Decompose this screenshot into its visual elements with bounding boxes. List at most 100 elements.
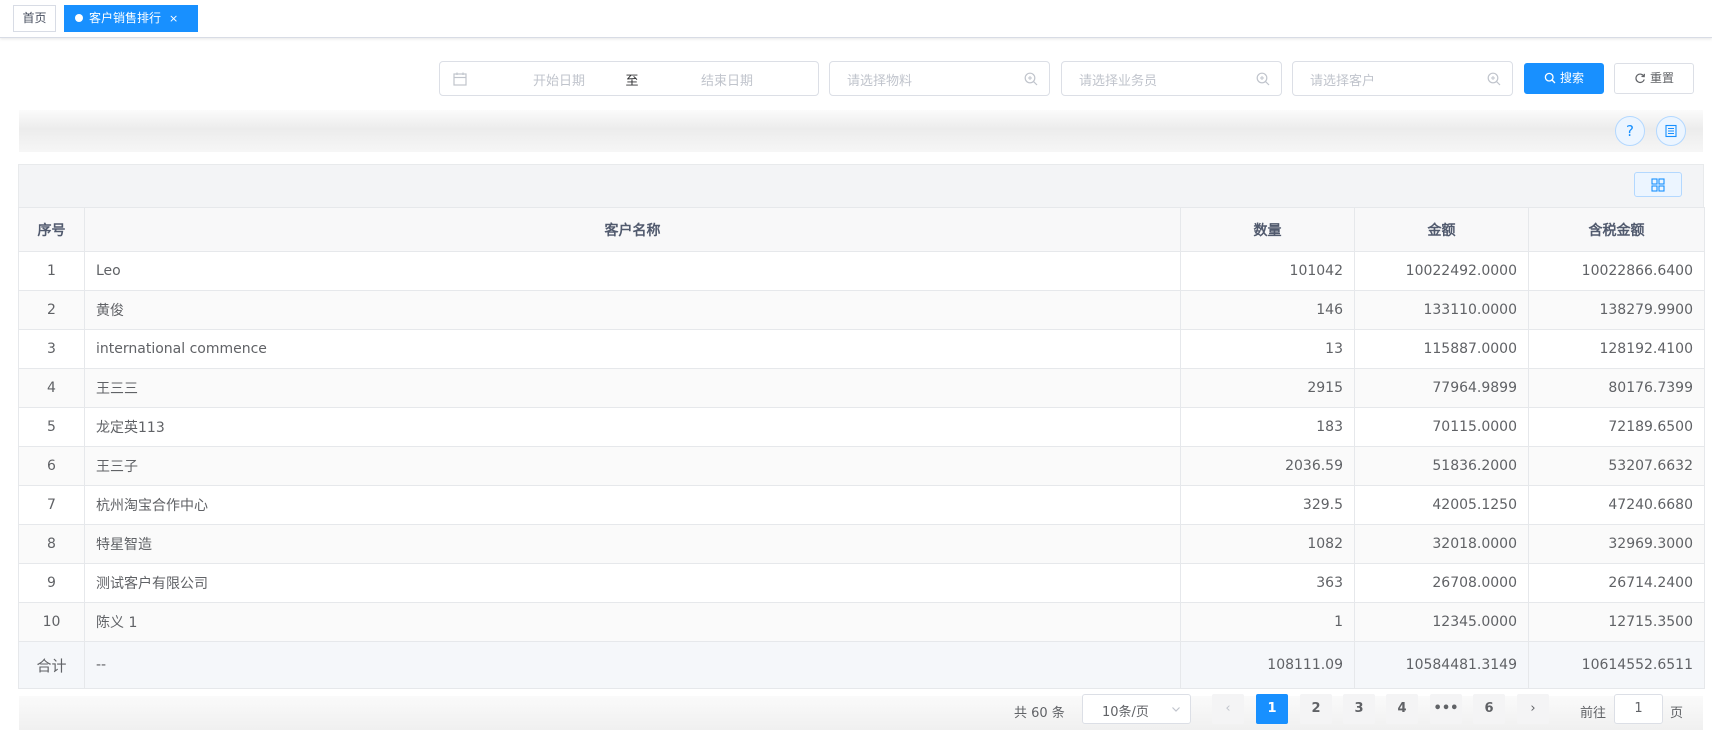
page-button-6[interactable]: 6: [1473, 694, 1505, 724]
summary-amount: 10584481.3149: [1354, 641, 1529, 689]
column-header-amount[interactable]: 金额: [1354, 207, 1529, 252]
reset-button-label: 重置: [1649, 71, 1674, 85]
table-row[interactable]: 7 杭州淘宝合作中心 329.5 42005.1250 47240.6680: [18, 485, 1705, 525]
cell-amount: 26708.0000: [1354, 563, 1529, 603]
cell-index: 4: [18, 368, 85, 408]
cell-customer-name: 陈义 1: [84, 602, 1181, 642]
cell-quantity: 329.5: [1180, 485, 1355, 525]
summary-row: 合计 -- 108111.09 10584481.3149 10614552.6…: [18, 641, 1705, 689]
summary-label: 合计: [18, 641, 85, 689]
cell-quantity: 146: [1180, 290, 1355, 330]
cell-tax-amount: 80176.7399: [1528, 368, 1705, 408]
pagination: 共 60 条 10条/页 ‹ 1 2 3 4 ••• 6 › 前往 1 页: [0, 692, 1712, 730]
column-settings-button[interactable]: [1634, 172, 1682, 197]
cell-quantity: 13: [1180, 329, 1355, 369]
cell-index: 9: [18, 563, 85, 603]
cell-quantity: 1: [1180, 602, 1355, 642]
customer-placeholder: 请选择客户: [1310, 74, 1376, 89]
close-icon[interactable]: ×: [169, 12, 178, 25]
customer-select[interactable]: 请选择客户: [1292, 61, 1513, 96]
chevron-down-icon: [1172, 707, 1180, 712]
cell-tax-amount: 10022866.6400: [1528, 251, 1705, 291]
prev-page-button[interactable]: ‹: [1212, 694, 1244, 724]
cell-index: 7: [18, 485, 85, 525]
cell-tax-amount: 47240.6680: [1528, 485, 1705, 525]
search-icon[interactable]: [1255, 71, 1271, 87]
cell-amount: 115887.0000: [1354, 329, 1529, 369]
cell-amount: 10022492.0000: [1354, 251, 1529, 291]
page-button-1[interactable]: 1: [1256, 694, 1288, 724]
cell-tax-amount: 72189.6500: [1528, 407, 1705, 447]
search-icon[interactable]: [1486, 71, 1502, 87]
grid-icon: [1651, 178, 1665, 192]
cell-customer-name: 王三三: [84, 368, 1181, 408]
cell-index: 6: [18, 446, 85, 486]
column-header-customer-name[interactable]: 客户名称: [84, 207, 1181, 252]
cell-customer-name: Leo: [84, 251, 1181, 291]
tags-view-bar: 首页 客户销售排行 ×: [0, 0, 1712, 38]
table-row[interactable]: 4 王三三 2915 77964.9899 80176.7399: [18, 368, 1705, 408]
help-button[interactable]: ?: [1615, 116, 1645, 146]
table-row[interactable]: 8 特星智造 1082 32018.0000 32969.3000: [18, 524, 1705, 564]
table-row[interactable]: 6 王三子 2036.59 51836.2000 53207.6632: [18, 446, 1705, 486]
cell-index: 10: [18, 602, 85, 642]
table-row[interactable]: 5 龙定英113 183 70115.0000 72189.6500: [18, 407, 1705, 447]
cell-customer-name: 龙定英113: [84, 407, 1181, 447]
cell-amount: 12345.0000: [1354, 602, 1529, 642]
cell-index: 2: [18, 290, 85, 330]
cell-quantity: 101042: [1180, 251, 1355, 291]
cell-customer-name: 黄俊: [84, 290, 1181, 330]
range-separator: 至: [625, 74, 639, 89]
cell-index: 5: [18, 407, 85, 447]
goto-page-input[interactable]: 1: [1614, 694, 1663, 724]
cell-quantity: 2036.59: [1180, 446, 1355, 486]
cell-index: 8: [18, 524, 85, 564]
table-row[interactable]: 1 Leo 101042 10022492.0000 10022866.6400: [18, 251, 1705, 291]
end-date-input[interactable]: 结束日期: [682, 70, 772, 89]
more-pages-button[interactable]: •••: [1430, 694, 1462, 724]
cell-customer-name: 杭州淘宝合作中心: [84, 485, 1181, 525]
material-placeholder: 请选择物料: [847, 74, 913, 89]
next-page-button[interactable]: ›: [1517, 694, 1549, 724]
salesman-select[interactable]: 请选择业务员: [1061, 61, 1282, 96]
page-button-4[interactable]: 4: [1386, 694, 1418, 724]
cell-amount: 32018.0000: [1354, 524, 1529, 564]
ledger-button[interactable]: [1656, 116, 1686, 146]
page-unit-label: 页: [1670, 706, 1684, 721]
cell-index: 3: [18, 329, 85, 369]
active-dot-icon: [75, 14, 83, 22]
cell-tax-amount: 32969.3000: [1528, 524, 1705, 564]
column-header-index[interactable]: 序号: [18, 207, 85, 252]
summary-tax-amount: 10614552.6511: [1528, 641, 1705, 689]
cell-amount: 51836.2000: [1354, 446, 1529, 486]
tab-customer-sales-ranking[interactable]: 客户销售排行 ×: [64, 5, 198, 32]
search-button-label: 搜索: [1559, 71, 1584, 85]
page-size-select[interactable]: 10条/页: [1082, 694, 1191, 724]
page-button-2[interactable]: 2: [1300, 694, 1332, 724]
search-button[interactable]: 搜索: [1524, 63, 1604, 94]
cell-tax-amount: 12715.3500: [1528, 602, 1705, 642]
reset-button[interactable]: 重置: [1614, 63, 1694, 94]
cell-quantity: 2915: [1180, 368, 1355, 408]
date-range-picker[interactable]: 开始日期 至 结束日期: [439, 61, 819, 96]
cell-index: 1: [18, 251, 85, 291]
help-icon: ?: [1626, 122, 1634, 140]
cell-customer-name: 特星智造: [84, 524, 1181, 564]
tab-home[interactable]: 首页: [13, 5, 56, 32]
search-icon[interactable]: [1023, 71, 1039, 87]
material-select[interactable]: 请选择物料: [829, 61, 1050, 96]
customer-sales-table: 序号 客户名称 数量 金额 含税金额 1 Leo 101042 10022492…: [18, 207, 1705, 689]
cell-customer-name: international commence: [84, 329, 1181, 369]
column-header-quantity[interactable]: 数量: [1180, 207, 1355, 252]
tab-label: 客户销售排行: [89, 11, 162, 25]
cell-amount: 77964.9899: [1354, 368, 1529, 408]
goto-label: 前往: [1580, 706, 1607, 721]
start-date-input[interactable]: 开始日期: [514, 70, 604, 89]
table-row[interactable]: 10 陈义 1 1 12345.0000 12715.3500: [18, 602, 1705, 642]
table-row[interactable]: 3 international commence 13 115887.0000 …: [18, 329, 1705, 369]
table-row[interactable]: 9 测试客户有限公司 363 26708.0000 26714.2400: [18, 563, 1705, 603]
page-button-3[interactable]: 3: [1343, 694, 1375, 724]
table-row[interactable]: 2 黄俊 146 133110.0000 138279.9900: [18, 290, 1705, 330]
column-header-tax-amount[interactable]: 含税金额: [1528, 207, 1705, 252]
toolbar-strip: [19, 110, 1703, 152]
